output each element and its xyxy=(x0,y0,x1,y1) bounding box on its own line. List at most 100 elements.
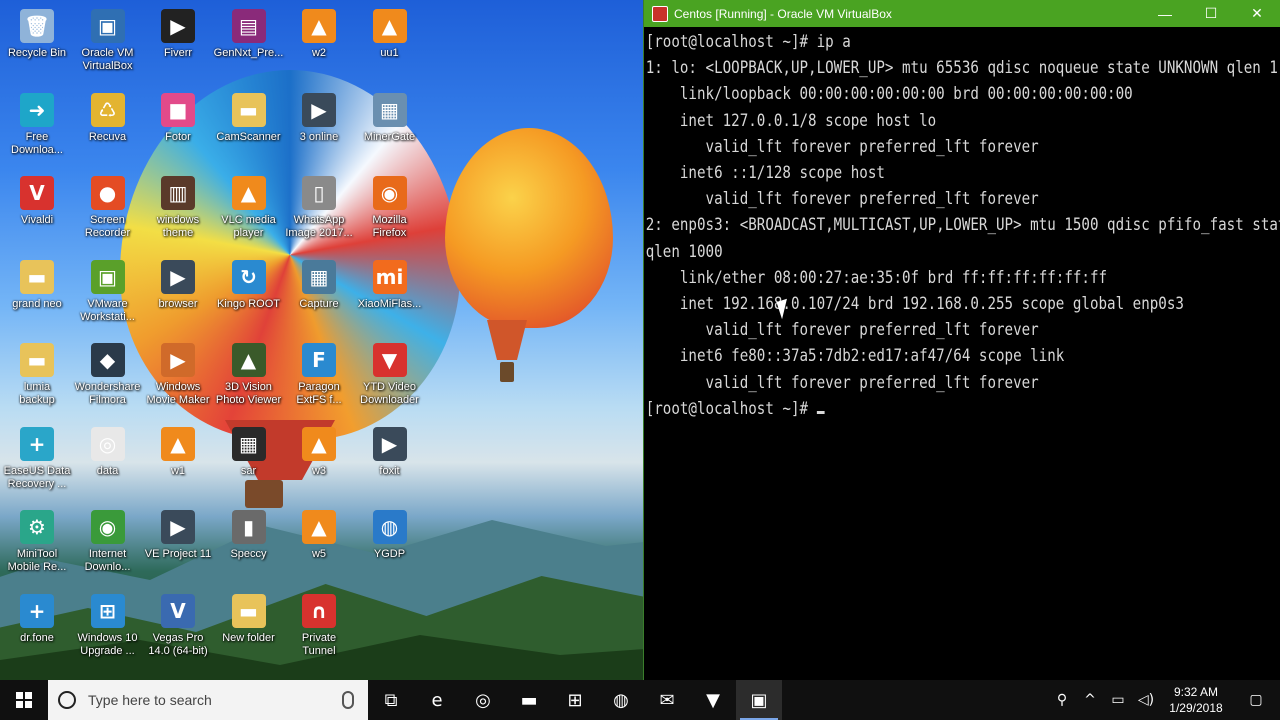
desktop-icon[interactable]: 🗑 Recycle Bin xyxy=(2,3,72,81)
microphone-icon[interactable] xyxy=(342,691,354,709)
vegas-icon: V xyxy=(161,593,195,628)
file-explorer-icon[interactable]: ▬ xyxy=(506,680,552,720)
people-icon[interactable]: ⚲ xyxy=(1048,680,1076,720)
start-button[interactable] xyxy=(0,680,48,720)
desktop-icon[interactable]: ◆ Wondershare Filmora xyxy=(73,337,143,415)
desktop-icon[interactable]: ● Screen Recorder xyxy=(73,170,143,248)
desktop-icon[interactable]: ▲ 3D Vision Photo Viewer xyxy=(214,337,284,415)
desktop-icon[interactable]: ▶ Windows Movie Maker xyxy=(143,337,213,415)
store-icon[interactable]: ⊞ xyxy=(552,680,598,720)
desktop-icon[interactable]: ▦ sar xyxy=(214,421,284,499)
vlc-icon: ▲ xyxy=(372,9,407,43)
task-view-icon[interactable]: ⧉ xyxy=(368,680,414,720)
mail-icon[interactable]: ✉ xyxy=(644,680,690,720)
desktop-icon[interactable]: ↻ Kingo ROOT xyxy=(214,254,284,332)
desktop-icon[interactable]: ▲ w3 xyxy=(284,421,354,499)
desktop-icon[interactable]: ▬ CamScanner xyxy=(214,87,284,165)
desktop-icon[interactable]: ▮ Speccy xyxy=(214,504,284,582)
terminal-line: valid_lft forever preferred_lft forever xyxy=(646,317,1280,343)
terminal-line: valid_lft forever preferred_lft forever xyxy=(646,186,1280,212)
desktop-icon-label: windows theme xyxy=(156,214,200,239)
desktop-icon[interactable]: ◎ data xyxy=(73,421,143,499)
desktop-icon[interactable]: ▲ w5 xyxy=(284,504,354,582)
desktop-icon[interactable]: ◍ YGDP xyxy=(355,504,425,582)
desktop-icon-label: Wondershare Filmora xyxy=(74,381,141,406)
network-icon[interactable]: ▭ xyxy=(1104,680,1132,720)
desktop-icon[interactable]: ◉ Internet Downlo... xyxy=(73,504,143,582)
desktop-icon[interactable]: ■ Fotor xyxy=(143,87,213,165)
shield-app-icon[interactable]: ▼ xyxy=(690,680,736,720)
desktop-icon-label: Vivaldi xyxy=(20,214,54,226)
desktop-icon[interactable]: ▲ w1 xyxy=(143,421,213,499)
desktop-icon[interactable]: ▬ lumia backup xyxy=(2,337,72,415)
chrome-file-icon: ◎ xyxy=(90,426,125,461)
desktop-icon-label: MiniTool Mobile Re... xyxy=(7,548,67,573)
xiaomi-icon: mi xyxy=(372,259,407,294)
desktop-icon-label: Private Tunnel xyxy=(301,631,337,657)
recycle-bin-icon: 🗑 xyxy=(20,9,54,43)
desktop-icon[interactable]: ▥ windows theme xyxy=(143,170,213,248)
desktop-icon[interactable]: ▶ foxit xyxy=(355,421,425,499)
desktop-icon[interactable]: ➜ Free Downloa... xyxy=(2,87,72,165)
desktop-icon[interactable]: ▶ VE Project 11 xyxy=(143,504,213,582)
taskbar-clock[interactable]: 9:32 AM 1/29/2018 xyxy=(1160,684,1232,716)
desktop-icon[interactable]: ▶ Fiverr xyxy=(143,3,213,81)
desktop-icon[interactable]: V Vivaldi xyxy=(2,170,72,248)
desktop-icon[interactable]: + EaseUS Data Recovery ... xyxy=(2,421,72,499)
desktop-icon[interactable]: ▼ YTD Video Downloader xyxy=(355,337,425,415)
folder-icon: ▬ xyxy=(20,343,54,377)
desktop-icon-label: uu1 xyxy=(380,47,399,59)
desktop-icon[interactable]: ▦ Capture xyxy=(284,254,354,332)
action-center-icon[interactable]: ▢ xyxy=(1232,680,1280,720)
desktop-icon[interactable]: ▲ w2 xyxy=(284,3,354,81)
desktop-icon[interactable]: ⚙ MiniTool Mobile Re... xyxy=(2,504,72,582)
desktop-icon[interactable]: ◉ Mozilla Firefox xyxy=(355,170,425,248)
close-button[interactable]: ✕ xyxy=(1234,0,1280,27)
window-titlebar[interactable]: Centos [Running] - Oracle VM VirtualBox … xyxy=(644,0,1280,27)
maximize-button[interactable]: ☐ xyxy=(1188,0,1234,27)
search-placeholder: Type here to search xyxy=(88,692,212,708)
virtualbox-icon: ▣ xyxy=(90,9,125,43)
desktop-icon-label: Kingo ROOT xyxy=(217,297,280,310)
desktop-icon[interactable]: ▯ WhatsApp Image 2017... xyxy=(284,170,354,248)
desktop-icon[interactable]: ▬ New folder xyxy=(214,588,284,666)
taskbar-search-box[interactable]: Type here to search xyxy=(48,680,368,720)
file-icon: ▶ xyxy=(161,259,195,294)
chrome-icon[interactable]: ◎ xyxy=(460,680,506,720)
clock-time: 9:32 AM xyxy=(1173,685,1219,699)
desktop-icon[interactable]: ∩ Private Tunnel xyxy=(284,588,354,666)
desktop-icon-label: Capture xyxy=(299,297,339,310)
desktop-icon[interactable]: ▦ MinerGate xyxy=(355,87,425,165)
chevron-up-icon[interactable]: ^ xyxy=(1076,680,1104,720)
terminal-line: [root@localhost ~]# xyxy=(646,396,1280,422)
screen-recorder-icon: ● xyxy=(90,176,125,210)
desktop-icon[interactable]: ▲ VLC media player xyxy=(214,170,284,248)
desktop-icon[interactable]: ▣ VMware Workstati... xyxy=(73,254,143,332)
volume-icon[interactable]: ◁) xyxy=(1132,680,1160,720)
desktop-icon[interactable]: mi XiaoMiFlas... xyxy=(355,254,425,332)
desktop-icon[interactable]: ⊞ Windows 10 Upgrade ... xyxy=(73,588,143,666)
desktop-icon[interactable]: ▤ GenNxt_Pre... xyxy=(214,3,284,81)
ygdp-icon: ◍ xyxy=(372,510,407,544)
minimize-button[interactable]: — xyxy=(1142,0,1188,27)
desktop-icon[interactable]: ♺ Recuva xyxy=(73,87,143,165)
desktop-icon-label: Speccy xyxy=(230,548,267,560)
terminal-line-text: qlen 1000 xyxy=(645,241,723,261)
desktop-icon[interactable]: ▲ uu1 xyxy=(355,3,425,81)
virtualbox-window[interactable]: Centos [Running] - Oracle VM VirtualBox … xyxy=(643,0,1280,680)
virtualbox-taskbar-icon[interactable]: ▣ xyxy=(736,680,782,720)
desktop-icon[interactable]: V Vegas Pro 14.0 (64-bit) xyxy=(143,588,213,666)
app-circle-icon[interactable]: ◍ xyxy=(598,680,644,720)
desktop-icon[interactable]: ▶ browser xyxy=(143,254,213,332)
edge-icon[interactable]: e xyxy=(414,680,460,720)
desktop-icon-label: XiaoMiFlas... xyxy=(357,297,422,310)
terminal-console[interactable]: [root@localhost ~]# ip a 1: lo: <LOOPBACK… xyxy=(644,27,1280,422)
desktop-icon[interactable]: F Paragon ExtFS f... xyxy=(284,337,354,415)
vlc-icon: ▲ xyxy=(302,426,336,461)
desktop-icon[interactable]: ▬ grand neo xyxy=(2,254,72,332)
desktop-icon-label: GenNxt_Pre... xyxy=(213,47,284,59)
desktop-icon[interactable]: ▶ 3 online xyxy=(284,87,354,165)
file-icon: ▶ xyxy=(302,92,336,127)
desktop-icon[interactable]: ▣ Oracle VM VirtualBox xyxy=(73,3,143,81)
desktop-icon[interactable]: + dr.fone xyxy=(2,588,72,666)
